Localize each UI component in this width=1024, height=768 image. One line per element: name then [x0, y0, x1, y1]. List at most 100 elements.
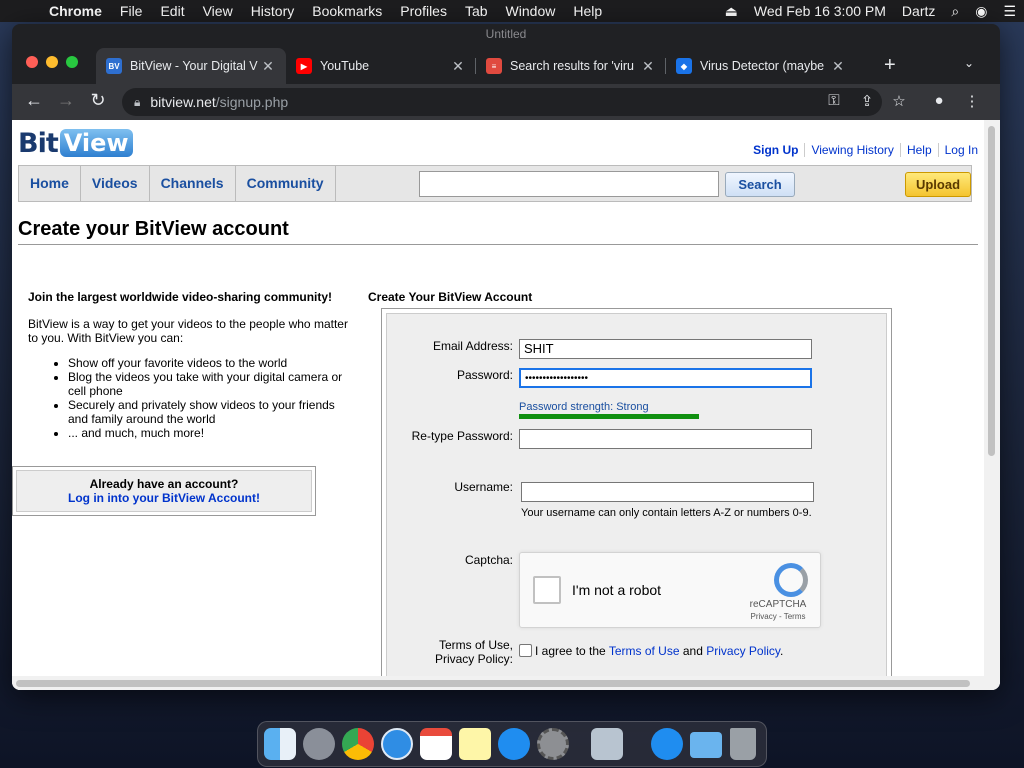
- search-button[interactable]: Search: [725, 172, 795, 197]
- nav-channels[interactable]: Channels: [150, 166, 236, 201]
- bitview-logo[interactable]: Bit View: [18, 126, 133, 160]
- recaptcha-logo-icon: [774, 563, 808, 597]
- zoom-window-icon[interactable]: [66, 56, 78, 68]
- vertical-scrollbar[interactable]: [984, 120, 1000, 690]
- logo-bit-text: Bit: [18, 127, 59, 159]
- automator-icon[interactable]: [591, 728, 623, 760]
- recaptcha-brand: reCAPTCHA: [749, 599, 807, 610]
- tab-youtube[interactable]: ▶ YouTube ✕: [286, 48, 476, 84]
- menu-profiles[interactable]: Profiles: [391, 3, 456, 19]
- close-tab-icon[interactable]: ✕: [260, 58, 276, 75]
- forward-icon[interactable]: →: [54, 90, 78, 111]
- menu-tab[interactable]: Tab: [456, 3, 497, 19]
- username-field[interactable]: [521, 482, 814, 502]
- captcha-label: Captcha:: [464, 553, 513, 567]
- menu-file[interactable]: File: [111, 3, 152, 19]
- nav-home[interactable]: Home: [19, 166, 81, 201]
- tab-search-results[interactable]: ≡ Search results for 'viru ✕: [476, 48, 666, 84]
- title-divider: [18, 244, 978, 245]
- log-in-link[interactable]: Log In: [937, 143, 984, 157]
- intro-heading: Join the largest worldwide video-sharing…: [28, 290, 333, 304]
- recaptcha-checkbox[interactable]: [533, 576, 561, 604]
- shield-favicon-icon: ◆: [676, 58, 692, 74]
- viewing-history-link[interactable]: Viewing History: [804, 143, 899, 157]
- recaptcha-text: I'm not a robot: [572, 582, 662, 598]
- help-link[interactable]: Help: [899, 143, 938, 157]
- menu-bookmarks[interactable]: Bookmarks: [303, 3, 391, 19]
- tos-label-line2: Privacy Policy:: [434, 652, 513, 666]
- menu-history[interactable]: History: [242, 3, 304, 19]
- retype-password-label: Re-type Password:: [411, 429, 513, 443]
- menu-edit[interactable]: Edit: [151, 3, 193, 19]
- trash-icon[interactable]: [730, 728, 756, 760]
- address-bar[interactable]: 🔒︎ bitview.net/signup.php: [122, 88, 882, 116]
- tos-and: and: [682, 644, 703, 658]
- retype-password-field[interactable]: [519, 429, 812, 449]
- tab-title: Virus Detector (maybe: [700, 59, 825, 73]
- chrome-icon[interactable]: [342, 728, 374, 760]
- sign-up-link[interactable]: Sign Up: [747, 143, 804, 157]
- back-icon[interactable]: ←: [22, 90, 46, 111]
- tos-suffix: .: [780, 644, 784, 658]
- menu-app-name[interactable]: Chrome: [40, 3, 111, 19]
- password-key-icon[interactable]: ⚿: [824, 92, 844, 109]
- password-field[interactable]: ••••••••••••••••••: [519, 368, 812, 388]
- system-preferences-icon[interactable]: [537, 728, 569, 760]
- calendar-icon[interactable]: [420, 728, 452, 760]
- form-title: Create Your BitView Account: [368, 290, 533, 304]
- username-label: Username:: [454, 480, 513, 494]
- siri-icon[interactable]: ◉: [967, 3, 995, 20]
- close-window-icon[interactable]: [26, 56, 38, 68]
- close-tab-icon[interactable]: ✕: [640, 58, 656, 75]
- menu-help[interactable]: Help: [564, 3, 611, 19]
- reload-icon[interactable]: ↻: [86, 90, 110, 111]
- downloads-folder-icon[interactable]: [690, 732, 722, 758]
- feature-list: Show off your favorite videos to the wor…: [68, 356, 348, 440]
- spotlight-search-icon[interactable]: ⌕: [943, 3, 967, 20]
- minimize-window-icon[interactable]: [46, 56, 58, 68]
- tab-bitview[interactable]: BV BitView - Your Digital V ✕: [96, 48, 286, 84]
- menubar-user[interactable]: Dartz: [894, 3, 943, 19]
- nav-videos[interactable]: Videos: [81, 166, 150, 201]
- menu-view[interactable]: View: [194, 3, 242, 19]
- terms-of-use-link[interactable]: Terms of Use: [609, 644, 680, 658]
- app-store-icon[interactable]: [498, 728, 530, 760]
- share-icon[interactable]: ⇪: [857, 92, 877, 110]
- bookmark-star-icon[interactable]: ☆: [889, 92, 909, 110]
- applications-folder-icon[interactable]: [651, 728, 683, 760]
- tos-checkbox[interactable]: [519, 644, 532, 657]
- horizontal-scrollbar[interactable]: [12, 676, 984, 690]
- more-menu-icon[interactable]: ⋮: [962, 92, 982, 110]
- tos-label-line1: Terms of Use,: [438, 638, 513, 652]
- privacy-policy-link[interactable]: Privacy Policy: [706, 644, 780, 658]
- tab-search-chevron-icon[interactable]: ⌄: [964, 56, 974, 70]
- tos-label: Terms of Use, Privacy Policy:: [435, 638, 513, 666]
- email-field[interactable]: SHIT: [519, 339, 812, 359]
- vertical-scroll-thumb[interactable]: [988, 126, 995, 456]
- notes-icon[interactable]: [459, 728, 491, 760]
- eject-icon[interactable]: ⏏: [717, 3, 746, 20]
- menu-window[interactable]: Window: [497, 3, 565, 19]
- site-search-input[interactable]: [419, 171, 719, 197]
- close-tab-icon[interactable]: ✕: [450, 58, 466, 75]
- launchpad-icon[interactable]: [303, 728, 335, 760]
- new-tab-icon[interactable]: +: [884, 54, 896, 77]
- tab-title: BitView - Your Digital V: [130, 59, 258, 73]
- tab-virus-detector[interactable]: ◆ Virus Detector (maybe ✕: [666, 48, 856, 84]
- menubar-datetime[interactable]: Wed Feb 16 3:00 PM: [746, 3, 894, 19]
- logo-view-text: View: [59, 129, 133, 157]
- tab-title: Search results for 'viru: [510, 59, 634, 73]
- recaptcha-privacy-terms[interactable]: Privacy - Terms: [748, 612, 808, 621]
- profile-icon[interactable]: ●: [929, 92, 949, 109]
- web-page: Bit View Sign Up Viewing History Help Log…: [12, 120, 1000, 690]
- already-heading: Already have an account?: [89, 477, 239, 491]
- lock-icon[interactable]: 🔒︎: [134, 95, 140, 110]
- horizontal-scroll-thumb[interactable]: [16, 680, 970, 687]
- close-tab-icon[interactable]: ✕: [830, 58, 846, 75]
- safari-icon[interactable]: [381, 728, 413, 760]
- control-center-icon[interactable]: ☰: [995, 3, 1024, 20]
- login-account-link[interactable]: Log in into your BitView Account!: [68, 491, 260, 505]
- finder-icon[interactable]: [264, 728, 296, 760]
- upload-button[interactable]: Upload: [905, 172, 971, 197]
- nav-community[interactable]: Community: [236, 166, 336, 201]
